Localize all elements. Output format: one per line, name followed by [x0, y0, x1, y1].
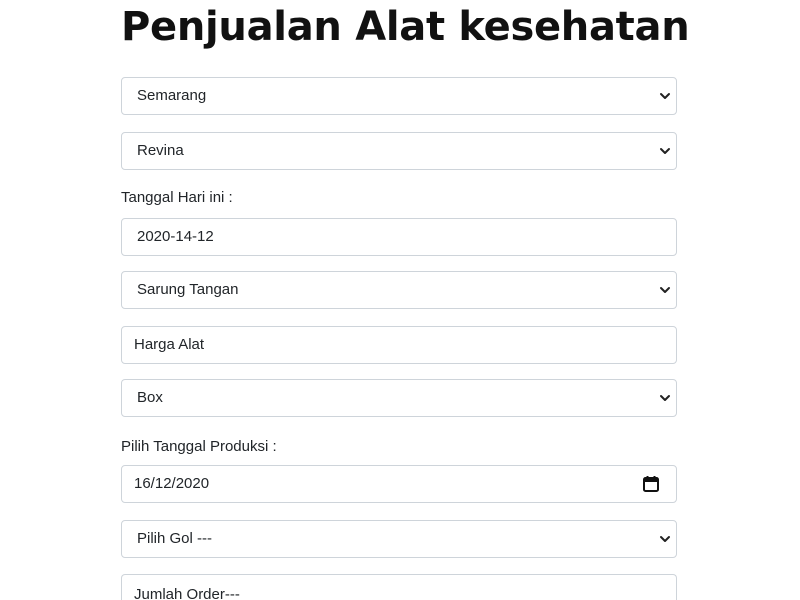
chevron-down-icon [660, 93, 670, 99]
kota-select-value: Semarang [137, 87, 207, 104]
page-title: Penjualan Alat kesehatan [121, 4, 690, 50]
alat-select-value: Sarung Tangan [137, 281, 239, 298]
chevron-down-icon [660, 148, 670, 154]
calendar-icon[interactable] [642, 475, 660, 493]
produksi-date-value: 16/12/2020 [134, 475, 210, 492]
satuan-select-value: Box [137, 389, 163, 406]
satuan-select[interactable]: Box [121, 379, 677, 417]
tanggal-input-value: 2020-14-12 [137, 228, 214, 245]
chevron-down-icon [660, 287, 670, 293]
chevron-down-icon [660, 395, 670, 401]
jumlah-input[interactable]: Jumlah Order--- [121, 574, 677, 600]
jumlah-placeholder: Jumlah Order--- [134, 586, 240, 600]
alat-select[interactable]: Sarung Tangan [121, 271, 677, 309]
tanggal-input[interactable]: 2020-14-12 [121, 218, 677, 256]
tanggal-label: Tanggal Hari ini : [121, 189, 233, 206]
produksi-label: Pilih Tanggal Produksi : [121, 438, 277, 455]
nama-select[interactable]: Revina [121, 132, 677, 170]
produksi-date-input[interactable]: 16/12/2020 [121, 465, 677, 503]
kota-select[interactable]: Semarang [121, 77, 677, 115]
harga-input[interactable]: Harga Alat [121, 326, 677, 364]
gol-select[interactable]: Pilih Gol --- [121, 520, 677, 558]
nama-select-value: Revina [137, 142, 184, 159]
gol-select-value: Pilih Gol --- [137, 530, 213, 547]
chevron-down-icon [660, 536, 670, 542]
harga-placeholder: Harga Alat [134, 336, 205, 353]
